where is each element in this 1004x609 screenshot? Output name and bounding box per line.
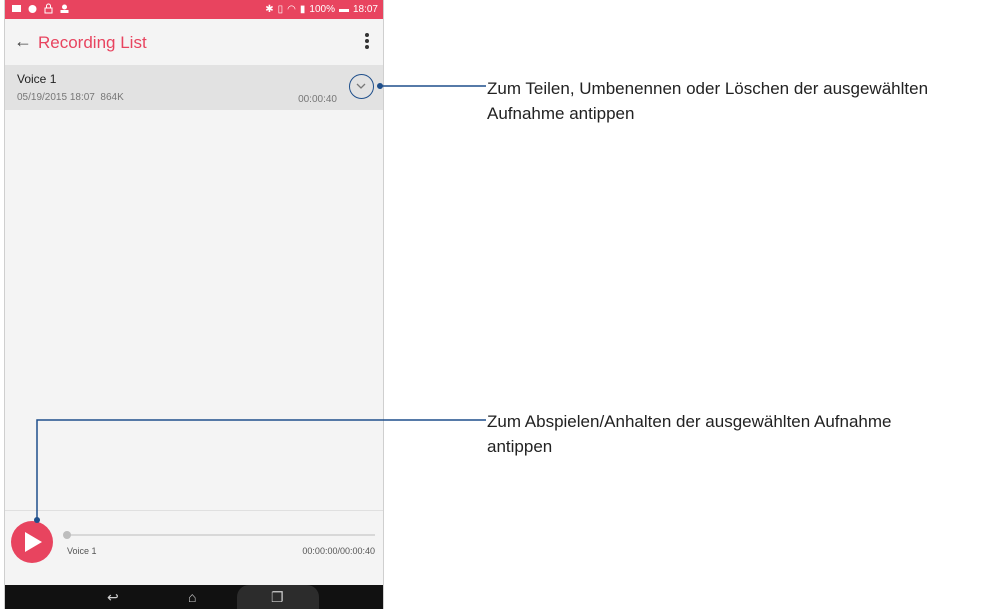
annotation-menu: Zum Teilen, Umbenennen oder Löschen der … [487,79,929,123]
callout-dot-play [34,517,40,523]
callout-line-play [36,419,486,520]
annotation-play: Zum Abspielen/Anhalten der ausgewählten … [487,412,892,456]
